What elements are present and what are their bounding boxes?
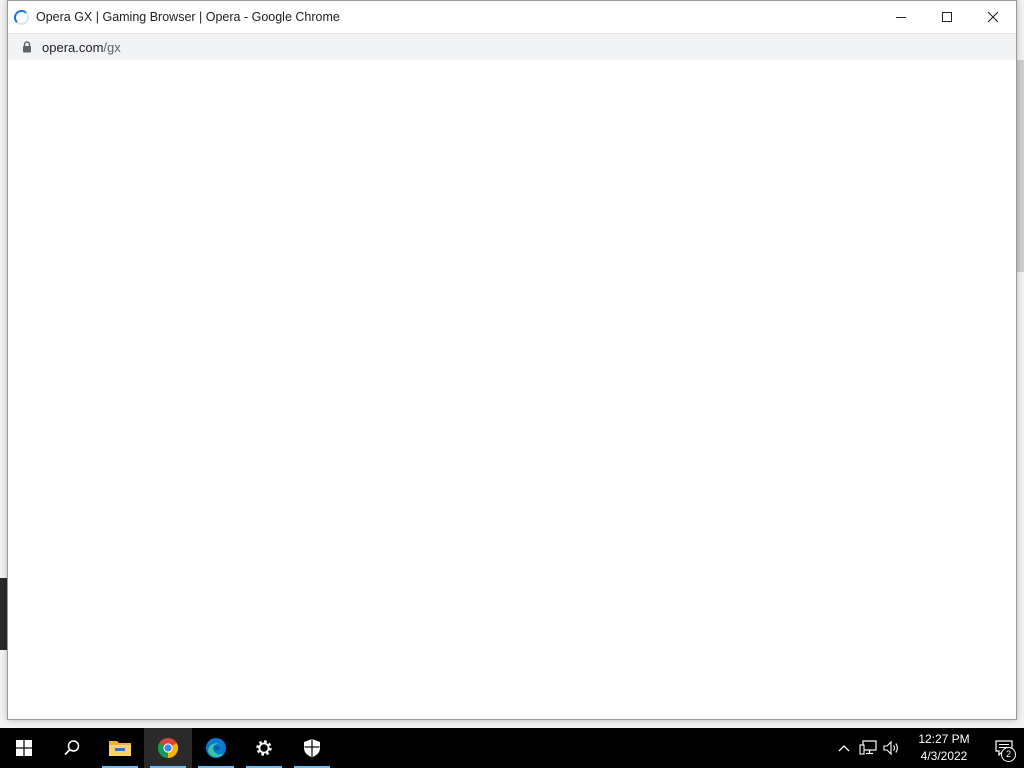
- network-icon: [859, 740, 877, 755]
- title-bar[interactable]: Opera GX | Gaming Browser | Opera - Goog…: [8, 1, 1016, 33]
- taskbar-chrome[interactable]: [144, 728, 192, 768]
- url-host: opera.com: [42, 39, 104, 55]
- minimize-icon: [896, 17, 906, 18]
- search-button[interactable]: [48, 728, 96, 768]
- chevron-up-icon: [838, 745, 850, 752]
- taskbar-settings[interactable]: [240, 728, 288, 768]
- page-content[interactable]: [8, 60, 1016, 719]
- window-controls: [878, 1, 1016, 33]
- show-hidden-icons-button[interactable]: [832, 728, 856, 768]
- browser-popup-window: Opera GX | Gaming Browser | Opera - Goog…: [7, 0, 1017, 720]
- close-button[interactable]: [970, 1, 1016, 33]
- url-text[interactable]: opera.com/gx: [42, 40, 121, 55]
- background-scrollbar[interactable]: [1016, 60, 1024, 272]
- close-icon: [987, 11, 999, 23]
- address-bar[interactable]: opera.com/gx: [8, 33, 1016, 61]
- network-button[interactable]: [856, 728, 880, 768]
- maximize-button[interactable]: [924, 1, 970, 33]
- search-icon: [64, 740, 80, 756]
- maximize-icon: [942, 12, 952, 22]
- taskbar-file-explorer[interactable]: [96, 728, 144, 768]
- speaker-icon: [883, 740, 898, 756]
- clock-date: 4/3/2022: [920, 749, 968, 763]
- chrome-icon: [157, 738, 179, 759]
- clock-time: 12:27 PM: [918, 732, 970, 746]
- windows-logo-icon: [16, 740, 32, 756]
- loading-spinner-icon: [14, 9, 29, 25]
- url-path: /gx: [103, 39, 121, 55]
- system-tray: 12:27 PM 4/3/2022 2: [832, 728, 1024, 768]
- clock[interactable]: 12:27 PM 4/3/2022: [908, 731, 980, 765]
- taskbar-security[interactable]: [288, 728, 336, 768]
- volume-button[interactable]: [880, 728, 904, 768]
- taskbar-edge[interactable]: [192, 728, 240, 768]
- minimize-button[interactable]: [878, 1, 924, 33]
- notification-count-badge: 2: [1001, 747, 1016, 762]
- taskbar: 12:27 PM 4/3/2022 2: [0, 728, 1024, 768]
- gear-icon: [256, 740, 272, 756]
- folder-icon: [109, 741, 131, 756]
- action-center-button[interactable]: 2: [984, 728, 1024, 768]
- start-button[interactable]: [0, 728, 48, 768]
- lock-icon[interactable]: [20, 40, 34, 54]
- shield-icon: [304, 739, 320, 757]
- window-title: Opera GX | Gaming Browser | Opera - Goog…: [36, 10, 340, 24]
- edge-icon: [206, 738, 226, 758]
